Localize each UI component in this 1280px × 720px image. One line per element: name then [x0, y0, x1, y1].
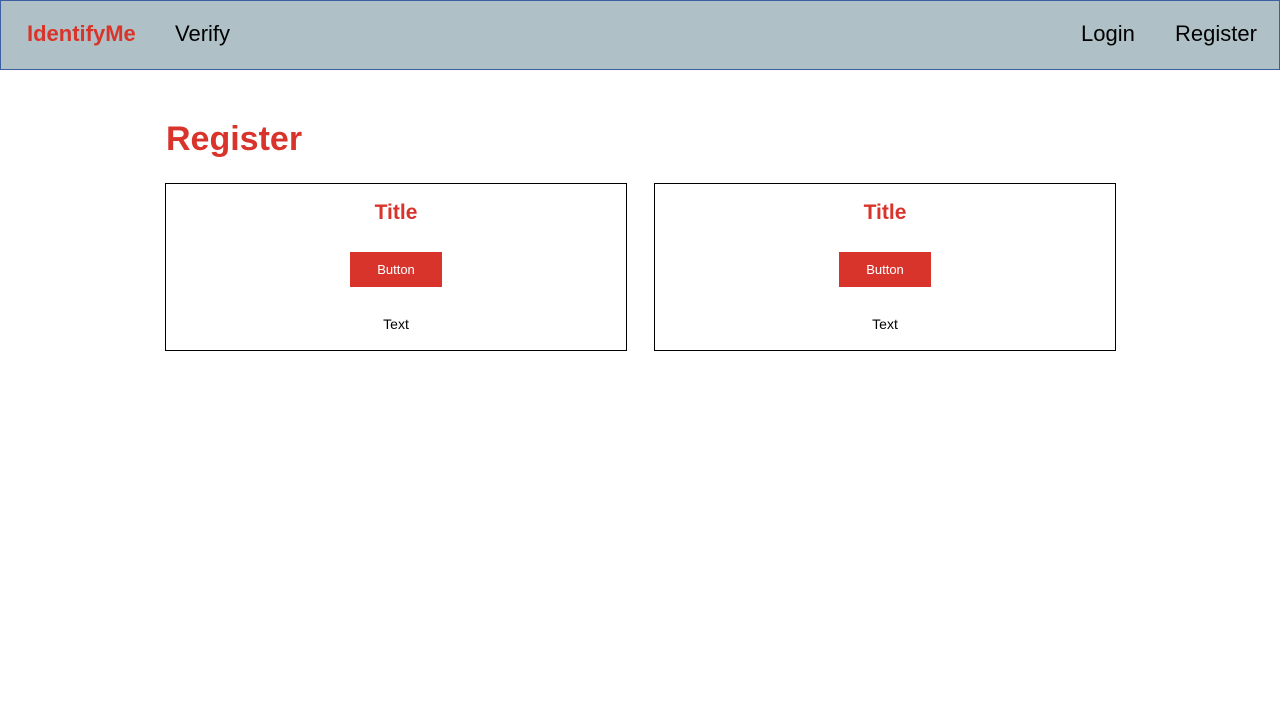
card: Title Button Text — [165, 183, 627, 351]
card-button[interactable]: Button — [350, 252, 442, 287]
top-navbar: IdentifyMe Verify Login Register — [0, 0, 1280, 70]
page-title: Register — [166, 120, 303, 158]
card-button[interactable]: Button — [839, 252, 931, 287]
nav-link-login[interactable]: Login — [1081, 21, 1135, 47]
card-text: Text — [383, 316, 409, 332]
card-text: Text — [872, 316, 898, 332]
nav-link-verify[interactable]: Verify — [175, 21, 230, 47]
nav-link-register[interactable]: Register — [1175, 21, 1257, 47]
brand-logo[interactable]: IdentifyMe — [27, 21, 136, 47]
card-title: Title — [863, 201, 907, 224]
card-title: Title — [374, 201, 418, 224]
card: Title Button Text — [654, 183, 1116, 351]
